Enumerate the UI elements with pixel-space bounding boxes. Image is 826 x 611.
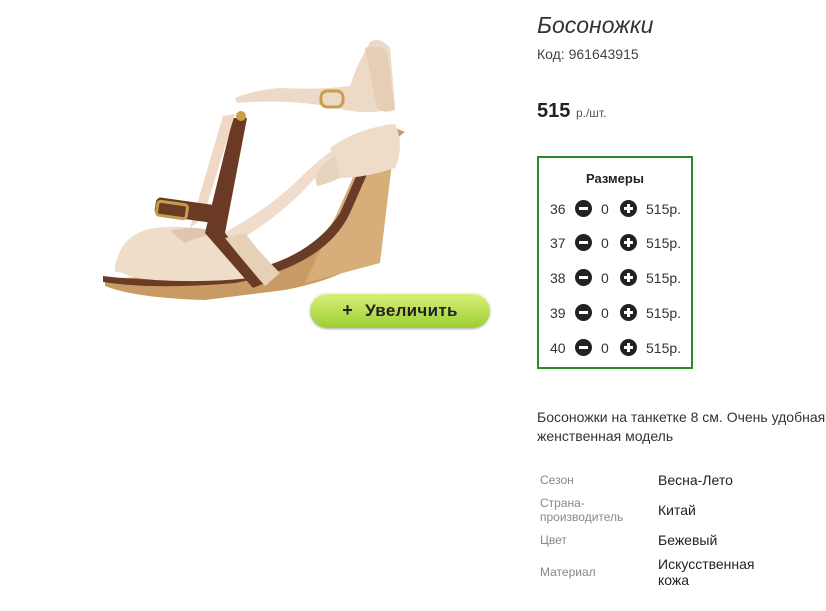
price-unit: р./шт. bbox=[575, 106, 607, 120]
description-line: женственная модель bbox=[537, 428, 674, 444]
product-title: Босоножки bbox=[537, 12, 654, 38]
spec-label-color: Цвет bbox=[540, 533, 567, 547]
size-row: 36 0 515р. bbox=[539, 199, 695, 219]
size-price: 515р. bbox=[646, 340, 682, 356]
size-quantity: 0 bbox=[601, 340, 609, 356]
size-price: 515р. bbox=[646, 305, 682, 321]
minus-icon[interactable] bbox=[575, 269, 592, 286]
spec-label-country: Страна- производитель bbox=[540, 496, 623, 524]
product-price: 515 р./шт. bbox=[537, 100, 606, 123]
spec-value-material: Искусственная кожа bbox=[658, 556, 755, 588]
size-price: 515р. bbox=[646, 270, 682, 286]
spec-label-line: Страна- bbox=[540, 496, 585, 510]
sizes-panel: Размеры 36 0 515р. 37 0 515р. 38 0 515р.… bbox=[537, 156, 693, 369]
spec-label-line: производитель bbox=[540, 510, 624, 524]
size-price: 515р. bbox=[646, 235, 682, 251]
plus-icon[interactable] bbox=[620, 269, 637, 286]
size-number: 39 bbox=[550, 305, 566, 321]
size-quantity: 0 bbox=[601, 235, 609, 251]
plus-icon: + bbox=[342, 300, 354, 320]
product-description: Босоножки на танкетке 8 см. Очень удобна… bbox=[537, 408, 825, 446]
plus-icon[interactable] bbox=[620, 200, 637, 217]
size-row: 38 0 515р. bbox=[539, 268, 695, 288]
plus-icon[interactable] bbox=[620, 304, 637, 321]
plus-icon[interactable] bbox=[620, 234, 637, 251]
size-quantity: 0 bbox=[601, 270, 609, 286]
size-row: 37 0 515р. bbox=[539, 233, 695, 253]
zoom-button[interactable]: + Увеличить bbox=[310, 293, 490, 328]
size-price: 515р. bbox=[646, 201, 682, 217]
minus-icon[interactable] bbox=[575, 339, 592, 356]
size-number: 40 bbox=[550, 340, 566, 356]
size-number: 37 bbox=[550, 235, 566, 251]
minus-icon[interactable] bbox=[575, 234, 592, 251]
size-quantity: 0 bbox=[601, 201, 609, 217]
product-image[interactable] bbox=[95, 28, 415, 328]
spec-label-season: Сезон bbox=[540, 473, 574, 487]
size-row: 40 0 515р. bbox=[539, 338, 695, 358]
sandal-illustration bbox=[103, 40, 405, 300]
size-quantity: 0 bbox=[601, 305, 609, 321]
minus-icon[interactable] bbox=[575, 304, 592, 321]
size-number: 38 bbox=[550, 270, 566, 286]
spec-label-material: Материал bbox=[540, 565, 596, 579]
minus-icon[interactable] bbox=[575, 200, 592, 217]
size-row: 39 0 515р. bbox=[539, 303, 695, 323]
sizes-title: Размеры bbox=[586, 171, 644, 186]
product-code: Код: 961643915 bbox=[537, 46, 639, 62]
price-value: 515 bbox=[537, 100, 571, 122]
zoom-label: Увеличить bbox=[365, 300, 458, 320]
spec-value-color: Бежевый bbox=[658, 532, 718, 548]
plus-icon[interactable] bbox=[620, 339, 637, 356]
size-number: 36 bbox=[550, 201, 566, 217]
spec-value-line: кожа bbox=[658, 572, 690, 588]
spec-value-season: Весна-Лето bbox=[658, 472, 733, 488]
description-line: Босоножки на танкетке 8 см. Очень удобна… bbox=[537, 409, 826, 425]
spec-value-line: Искусственная bbox=[658, 556, 755, 572]
spec-value-country: Китай bbox=[658, 502, 696, 518]
